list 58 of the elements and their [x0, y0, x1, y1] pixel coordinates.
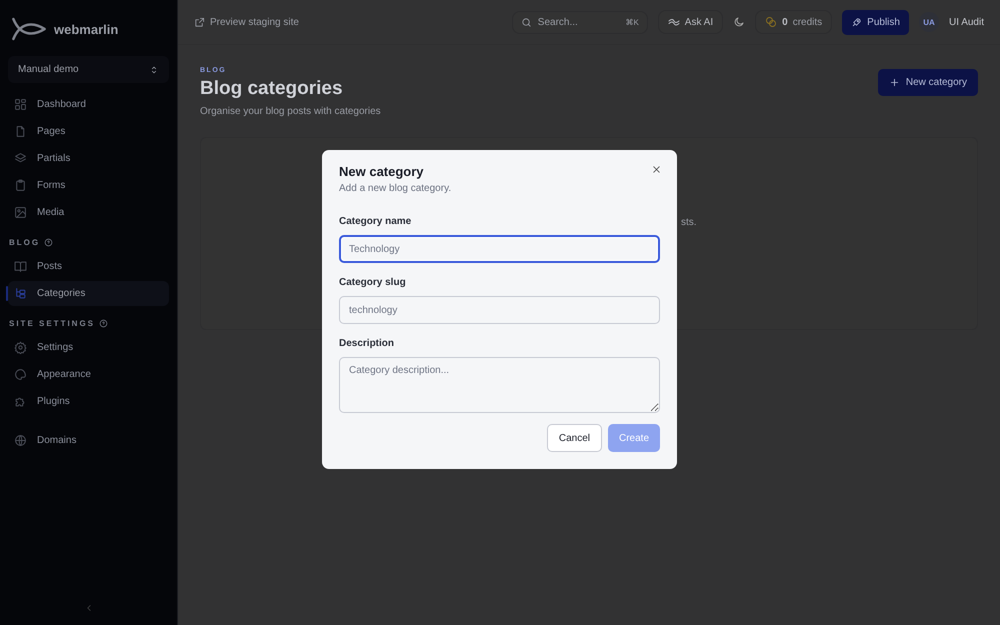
close-icon — [651, 164, 662, 175]
waves-icon — [668, 16, 680, 28]
sidebar-item[interactable]: Plugins — [8, 389, 169, 414]
rocket-icon — [851, 16, 862, 28]
new-category-button[interactable]: New category — [878, 69, 978, 96]
credits-button[interactable]: 0 credits — [755, 10, 832, 34]
search-icon — [520, 16, 532, 28]
moon-icon — [733, 16, 746, 28]
user-name: UI Audit — [948, 16, 984, 28]
globe-icon — [14, 434, 27, 447]
brand-name: webmarlin — [54, 22, 118, 36]
publish-button[interactable]: Publish — [842, 10, 909, 34]
description-field[interactable]: Category description... — [339, 357, 660, 413]
help-icon — [44, 238, 54, 247]
plus-icon — [888, 77, 900, 88]
page-subtitle: Organise your blog posts with categories — [200, 106, 381, 117]
sidebar-item[interactable]: Media — [8, 200, 169, 225]
coins-icon — [765, 16, 778, 28]
book-icon — [14, 260, 27, 273]
external-link-icon — [194, 16, 205, 28]
settings-icon — [14, 341, 27, 354]
help-icon — [99, 319, 108, 328]
keyboard-shortcut: ⌘K — [625, 18, 639, 26]
cancel-button[interactable]: Cancel — [546, 424, 602, 452]
chevron-updown-icon — [149, 64, 159, 74]
tree-icon — [14, 287, 27, 300]
empty-state-text: sts. — [681, 217, 697, 228]
dialog-subtitle: Add a new blog category. — [339, 183, 452, 194]
user-avatar[interactable]: UA — [918, 12, 939, 32]
field-label: Category name — [339, 216, 412, 227]
clipboard-icon — [14, 179, 27, 192]
image-icon — [14, 206, 27, 219]
sidebar-item[interactable]: Appearance — [8, 362, 169, 387]
layers-icon — [14, 152, 27, 165]
sidebar-item[interactable]: Domains — [8, 428, 169, 453]
sidebar-item[interactable]: Dashboard — [8, 92, 169, 117]
grid-icon — [14, 98, 27, 111]
sidebar-item[interactable]: Settings — [8, 335, 169, 360]
file-icon — [14, 125, 27, 138]
palette-icon — [14, 368, 27, 381]
sidebar-item[interactable]: Partials — [8, 146, 169, 171]
sidebar-item[interactable]: Posts — [8, 254, 169, 279]
ask-ai-button[interactable]: Ask AI — [658, 10, 724, 34]
puzzle-icon — [14, 395, 27, 408]
section-heading: SITE SETTINGS — [9, 319, 96, 328]
site-selector[interactable]: Manual demo — [8, 56, 169, 83]
page-title: Blog categories — [200, 78, 344, 100]
search-field[interactable]: Search... ⌘K — [512, 10, 648, 34]
dialog-title: New category — [339, 164, 424, 179]
sidebar-item[interactable]: Pages — [8, 119, 169, 144]
field-label: Category slug — [339, 277, 406, 288]
text-field[interactable]: Technology — [339, 235, 660, 263]
close-button[interactable] — [651, 164, 662, 175]
field-label: Description — [339, 338, 394, 349]
sidebar-item[interactable]: Forms — [8, 173, 169, 198]
preview-link[interactable]: Preview staging site — [194, 16, 299, 28]
section-heading: BLOG — [9, 238, 40, 247]
sidebar-item[interactable]: Categories — [8, 281, 169, 306]
